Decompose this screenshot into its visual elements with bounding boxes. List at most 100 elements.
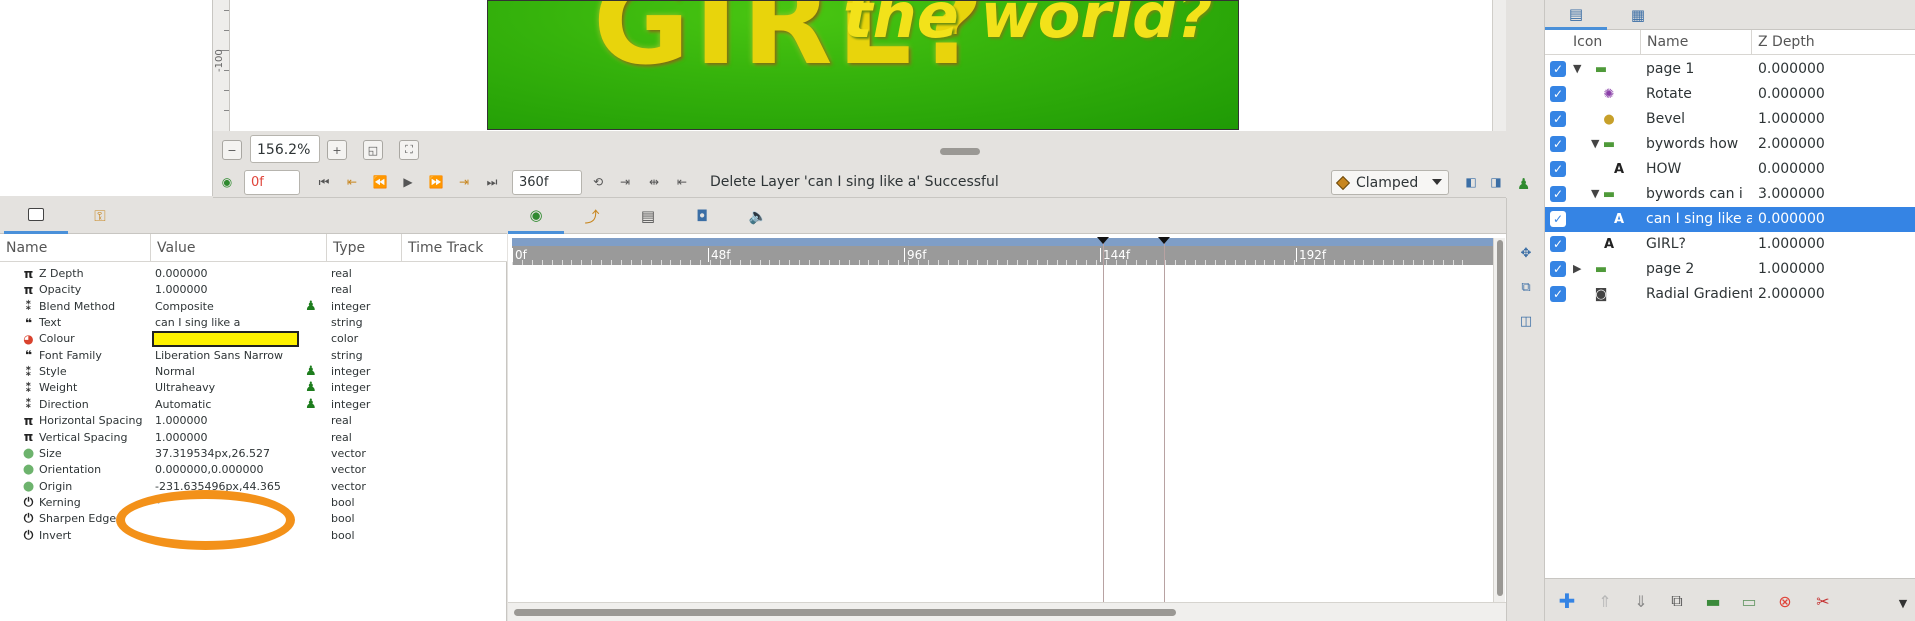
tab-timetrack[interactable]: ◉: [508, 198, 564, 234]
next-frame-icon[interactable]: ⏩: [428, 175, 444, 189]
group-icon[interactable]: ◫: [1518, 313, 1534, 329]
layer-row[interactable]: ✓ ◙ Radial Gradient 2.000000: [1545, 282, 1915, 307]
layer-name[interactable]: Bevel: [1646, 111, 1752, 127]
prev-frame-icon[interactable]: ⏪: [372, 175, 388, 189]
current-time-input[interactable]: 0f: [244, 170, 300, 195]
onion-skin-prev-icon[interactable]: ◧: [1463, 175, 1479, 189]
header-timetrack[interactable]: Time Track: [402, 234, 507, 262]
keyframe-marker[interactable]: [1158, 237, 1170, 244]
layer-zdepth[interactable]: 3.000000: [1758, 186, 1825, 202]
play-icon[interactable]: ▶: [400, 175, 416, 189]
param-value[interactable]: 1.000000: [155, 431, 208, 444]
seek-begin-icon[interactable]: ⏮: [316, 175, 332, 189]
expand-down-icon[interactable]: ▼: [1573, 62, 1581, 75]
param-value[interactable]: 1.000000: [155, 283, 208, 296]
add-layer-icon[interactable]: ✚: [1557, 589, 1577, 613]
layer-zdepth[interactable]: 1.000000: [1758, 111, 1825, 127]
timetrack-ruler[interactable]: 0f 48f 96f 144f 192f: [512, 246, 1493, 265]
header-icon[interactable]: Icon: [1567, 30, 1641, 55]
param-value[interactable]: 1.000000: [155, 414, 208, 427]
prev-keyframe-icon[interactable]: ⇤: [344, 175, 360, 189]
bounds-end-icon[interactable]: ⇤: [674, 175, 690, 189]
layer-row[interactable]: ✓ ▶ ▬ page 2 1.000000: [1545, 257, 1915, 282]
layer-name[interactable]: bywords how: [1646, 136, 1752, 152]
layer-visibility-checkbox[interactable]: ✓: [1550, 61, 1566, 77]
link-icon[interactable]: ⧉: [1518, 279, 1534, 295]
move-icon[interactable]: ✥: [1518, 245, 1534, 261]
canvas-horizontal-scroll-thumb[interactable]: [940, 148, 980, 155]
raise-layer-icon[interactable]: ⇑: [1595, 591, 1615, 611]
layer-zdepth[interactable]: 2.000000: [1758, 286, 1825, 302]
param-value[interactable]: Normal: [155, 365, 195, 378]
onion-skin-next-icon[interactable]: ◨: [1488, 175, 1504, 189]
cut-icon[interactable]: ✂: [1813, 591, 1833, 611]
tab-layers[interactable]: ▤: [1545, 0, 1607, 30]
layer-name[interactable]: Radial Gradient: [1646, 286, 1752, 302]
timetrack-horizontal-thumb[interactable]: [514, 609, 1176, 616]
encapsulate-icon[interactable]: ▭: [1739, 591, 1759, 611]
header-value[interactable]: Value: [151, 234, 327, 262]
layer-row[interactable]: ✓ ▼ ▬ bywords how 2.000000: [1545, 132, 1915, 157]
layer-name[interactable]: GIRL?: [1646, 236, 1752, 252]
param-value[interactable]: 0.000000: [155, 267, 208, 280]
expand-right-icon[interactable]: ▶: [1573, 262, 1581, 275]
layer-zdepth[interactable]: 1.000000: [1758, 236, 1825, 252]
lower-layer-icon[interactable]: ⇓: [1631, 591, 1651, 611]
group-layer-icon[interactable]: ▬: [1703, 591, 1723, 611]
layer-name[interactable]: page 1: [1646, 61, 1752, 77]
layer-name[interactable]: Rotate: [1646, 86, 1752, 102]
interpolation-select[interactable]: Clamped: [1331, 170, 1449, 195]
tab-canvas-meta[interactable]: ▤: [620, 198, 676, 234]
layer-visibility-checkbox[interactable]: ✓: [1550, 136, 1566, 152]
static-person-icon[interactable]: ♟: [305, 380, 317, 395]
layer-zdepth[interactable]: 0.000000: [1758, 86, 1825, 102]
tab-library[interactable]: ⚿: [68, 198, 132, 234]
layer-visibility-checkbox[interactable]: ✓: [1550, 261, 1566, 277]
layer-visibility-checkbox[interactable]: ✓: [1550, 111, 1566, 127]
layer-visibility-checkbox[interactable]: ✓: [1550, 161, 1566, 177]
param-value[interactable]: 0.000000,0.000000: [155, 463, 263, 476]
keyframe-marker[interactable]: [1097, 237, 1109, 244]
layer-row[interactable]: ✓ ▼ ▬ page 1 0.000000: [1545, 57, 1915, 82]
param-value[interactable]: can I sing like a: [155, 316, 240, 329]
layer-zdepth[interactable]: 0.000000: [1758, 61, 1825, 77]
animation-mode-icon[interactable]: ◉: [219, 175, 235, 189]
layer-name[interactable]: bywords can i: [1646, 186, 1752, 202]
layer-name[interactable]: HOW: [1646, 161, 1752, 177]
timetrack-ruler-range[interactable]: [512, 238, 1493, 246]
static-person-icon[interactable]: ♟: [305, 299, 317, 314]
param-value[interactable]: Composite: [155, 300, 214, 313]
layer-zdepth[interactable]: 0.000000: [1758, 211, 1825, 227]
layer-row[interactable]: ✓ A HOW 0.000000: [1545, 157, 1915, 182]
canvas-image[interactable]: GIRL? the world?: [487, 0, 1239, 130]
layer-zdepth[interactable]: 0.000000: [1758, 161, 1825, 177]
layer-visibility-checkbox[interactable]: ✓: [1550, 286, 1566, 302]
expand-down-icon[interactable]: ▼: [1591, 187, 1599, 200]
loop-icon[interactable]: ⟲: [590, 175, 606, 189]
layer-name[interactable]: page 2: [1646, 261, 1752, 277]
delete-layer-icon[interactable]: ⊗: [1775, 591, 1795, 611]
expand-down-icon[interactable]: ▼: [1591, 137, 1599, 150]
param-value[interactable]: 37.319534px,26.527: [155, 447, 270, 460]
layer-visibility-checkbox[interactable]: ✓: [1550, 211, 1566, 227]
zoom-out-button[interactable]: −: [222, 140, 242, 160]
next-keyframe-icon[interactable]: ⇥: [456, 175, 472, 189]
header-layer-name[interactable]: Name: [1641, 30, 1752, 55]
layer-visibility-checkbox[interactable]: ✓: [1550, 86, 1566, 102]
param-value[interactable]: Automatic: [155, 398, 211, 411]
layer-row[interactable]: ✓ ✺ Rotate 0.000000: [1545, 82, 1915, 107]
param-value[interactable]: Liberation Sans Narrow: [155, 349, 283, 362]
end-time-input[interactable]: 360f: [512, 170, 582, 195]
zoom-fit-button[interactable]: ◱: [363, 140, 383, 160]
layer-row[interactable]: ✓ A GIRL? 1.000000: [1545, 232, 1915, 257]
layer-row[interactable]: ✓ Acan I sing like a 0.000000: [1545, 207, 1915, 232]
timetrack-horizontal-scrollbar[interactable]: [508, 602, 1506, 621]
layer-visibility-checkbox[interactable]: ✓: [1550, 186, 1566, 202]
tab-curves[interactable]: ⤴: [564, 198, 620, 234]
zoom-in-button[interactable]: +: [327, 140, 347, 160]
header-zdepth[interactable]: Z Depth: [1752, 30, 1915, 55]
bounds-icon[interactable]: ⇹: [646, 175, 662, 189]
layer-zdepth[interactable]: 1.000000: [1758, 261, 1825, 277]
seek-end-icon[interactable]: ⏭: [484, 175, 500, 189]
timetrack-vertical-scrollbar[interactable]: [1493, 238, 1505, 602]
